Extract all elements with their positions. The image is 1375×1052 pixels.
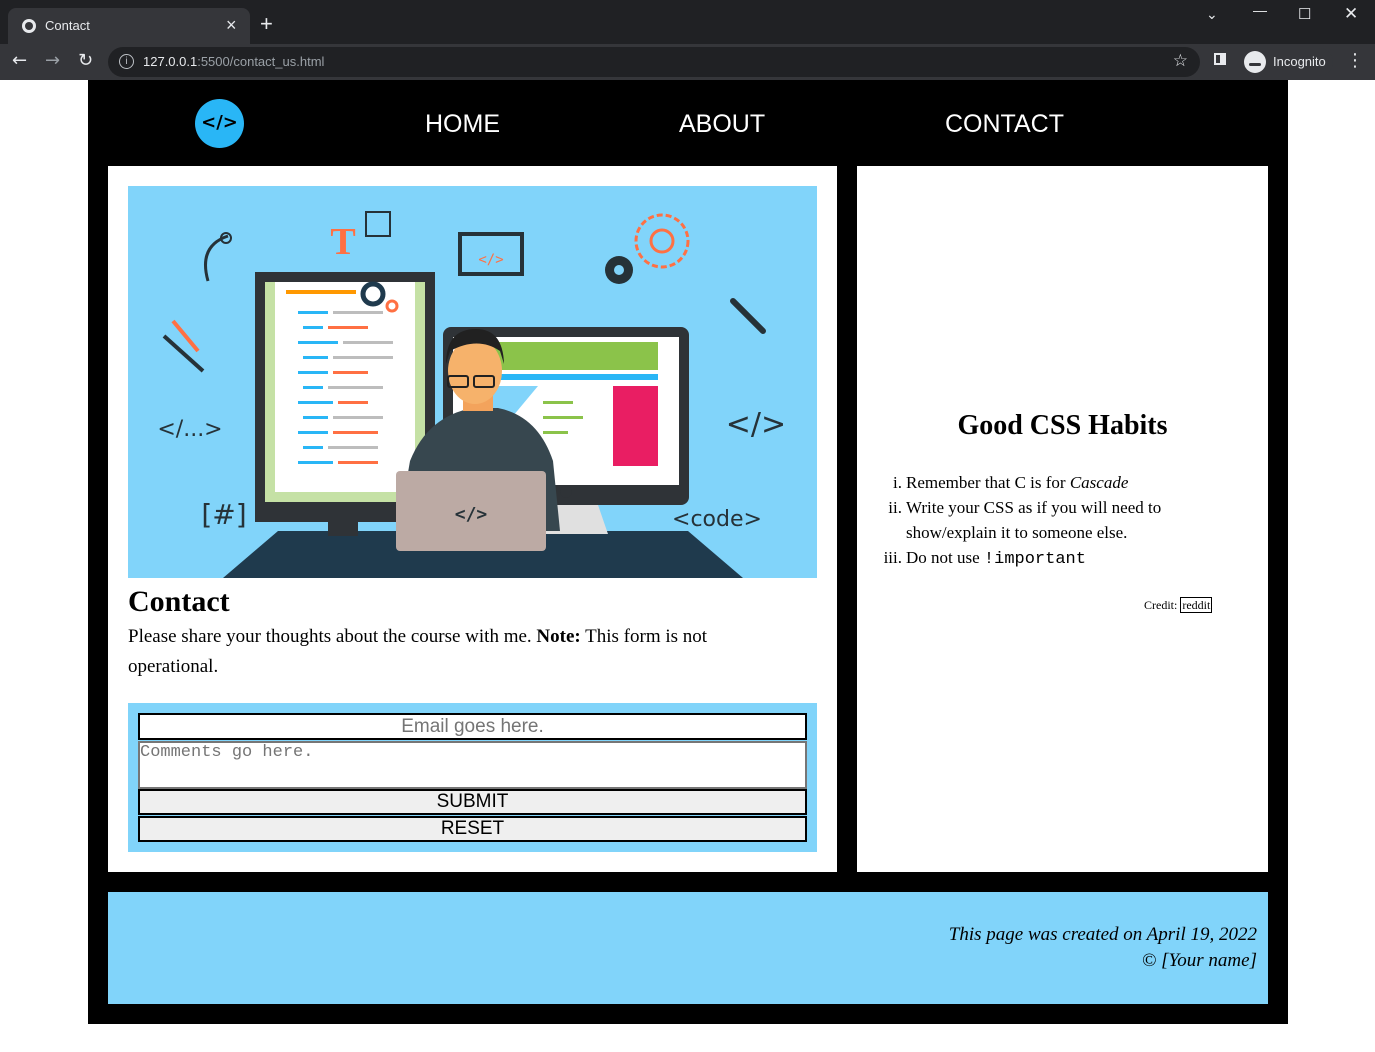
comments-field[interactable] — [138, 741, 807, 789]
browser-chrome: Contact × + ⌄ — ☐ ✕ ← → ↻ i 127.0.0.1:55… — [0, 0, 1375, 80]
footer-created-line: This page was created on April 19, 2022 — [948, 924, 1257, 945]
laptop-code-label: </> — [455, 504, 488, 525]
window-close-button[interactable]: ✕ — [1344, 4, 1358, 24]
code-logo-icon[interactable]: </> — [195, 99, 244, 148]
new-tab-button[interactable]: + — [260, 13, 273, 35]
list-number: ii. — [888, 498, 902, 517]
contact-form: SUBMIT RESET — [128, 703, 817, 852]
page-container: </> HOME ABOUT CONTACT </> T </> </...> … — [88, 80, 1288, 1024]
tab-strip: Contact × + ⌄ — ☐ ✕ — [0, 0, 1375, 44]
bookmark-star-icon[interactable]: ☆ — [1173, 51, 1188, 71]
list-number: iii. — [883, 548, 902, 567]
browser-toolbar: ← → ↻ i 127.0.0.1:5500/contact_us.html ☆… — [0, 44, 1375, 80]
credit-label: Credit: — [1144, 598, 1178, 612]
chevron-down-icon[interactable]: ⌄ — [1206, 6, 1218, 23]
globe-icon — [22, 19, 36, 33]
developer-illustration: </> T </> </...> </> [#] <code> — [157, 211, 786, 578]
habit-code: !important — [983, 550, 1086, 569]
code-tag-label: <code> — [672, 507, 762, 532]
address-bar[interactable]: i 127.0.0.1:5500/contact_us.html ☆ — [108, 47, 1200, 77]
list-item: iii. Do not use !important — [884, 545, 1226, 572]
habits-heading: Good CSS Habits — [957, 410, 1168, 441]
page-footer: This page was created on April 19, 2022 … — [108, 892, 1268, 1004]
habit-emphasis: Cascade — [1069, 473, 1129, 492]
contact-heading: Contact — [128, 585, 230, 618]
nav-home-link[interactable]: HOME — [425, 109, 500, 139]
monitor-tag-label: </> — [478, 252, 503, 268]
main-content-card: </> T </> </...> </> [#] <code> Contact … — [108, 166, 837, 872]
side-panel-icon[interactable] — [1214, 53, 1226, 65]
maximize-button[interactable]: ☐ — [1298, 5, 1311, 23]
intro-text: Please share your thoughts about the cou… — [128, 626, 537, 647]
incognito-icon — [1244, 51, 1266, 73]
habit-text: Write your CSS as if you will need to sh… — [906, 498, 1162, 542]
tab-close-button[interactable]: × — [226, 16, 237, 34]
back-arrow-icon[interactable]: ← — [12, 50, 27, 72]
minimize-button[interactable]: — — [1253, 2, 1267, 18]
url-text: 127.0.0.1:5500/contact_us.html — [143, 54, 324, 69]
url-host: 127.0.0.1 — [143, 54, 198, 69]
habit-text: Remember that C is for — [906, 473, 1070, 492]
list-number: i. — [893, 473, 902, 492]
reload-icon[interactable]: ↻ — [78, 50, 93, 72]
t-glyph: T — [330, 221, 355, 263]
menu-kebab-icon[interactable]: ⋮ — [1346, 50, 1364, 71]
nav-about-link[interactable]: ABOUT — [679, 109, 765, 139]
submit-button[interactable]: SUBMIT — [138, 789, 807, 815]
url-path: :5500/contact_us.html — [197, 54, 325, 69]
intro-paragraph: Please share your thoughts about the cou… — [128, 622, 788, 682]
hero-illustration: </> T </> </...> </> [#] <code> — [128, 186, 817, 578]
tab-title: Contact — [45, 18, 90, 33]
nav-contact-link[interactable]: CONTACT — [945, 109, 1064, 139]
habit-text: Do not use — [906, 548, 984, 567]
intro-note-label: Note: — [536, 626, 581, 647]
list-item: i. Remember that C is for Cascade — [893, 470, 1226, 495]
list-item: ii. Write your CSS as if you will need to… — [888, 495, 1226, 545]
footer-copyright-line: © [Your name] — [1141, 950, 1257, 971]
forward-arrow-icon[interactable]: → — [45, 50, 60, 72]
browser-tab[interactable]: Contact × — [8, 8, 250, 44]
reset-button[interactable]: RESET — [138, 816, 807, 842]
incognito-badge[interactable]: Incognito — [1240, 48, 1333, 76]
site-info-icon[interactable]: i — [119, 54, 134, 69]
sidebar-card: Good CSS Habits i. Remember that C is for… — [857, 166, 1268, 872]
incognito-label: Incognito — [1273, 54, 1326, 69]
credit-line: Credit: reddit — [1144, 597, 1213, 613]
logo-text: </> — [201, 112, 238, 133]
habits-list: i. Remember that C is for Cascade ii. Writ… — [884, 470, 1226, 572]
close-tag-label: </> — [726, 407, 786, 442]
hash-label: [#] — [201, 498, 246, 531]
credit-link[interactable]: reddit — [1180, 597, 1213, 613]
site-navbar: </> HOME ABOUT CONTACT — [88, 80, 1288, 166]
email-field[interactable] — [138, 713, 807, 740]
ellipsis-tag-label: </...> — [157, 417, 222, 442]
